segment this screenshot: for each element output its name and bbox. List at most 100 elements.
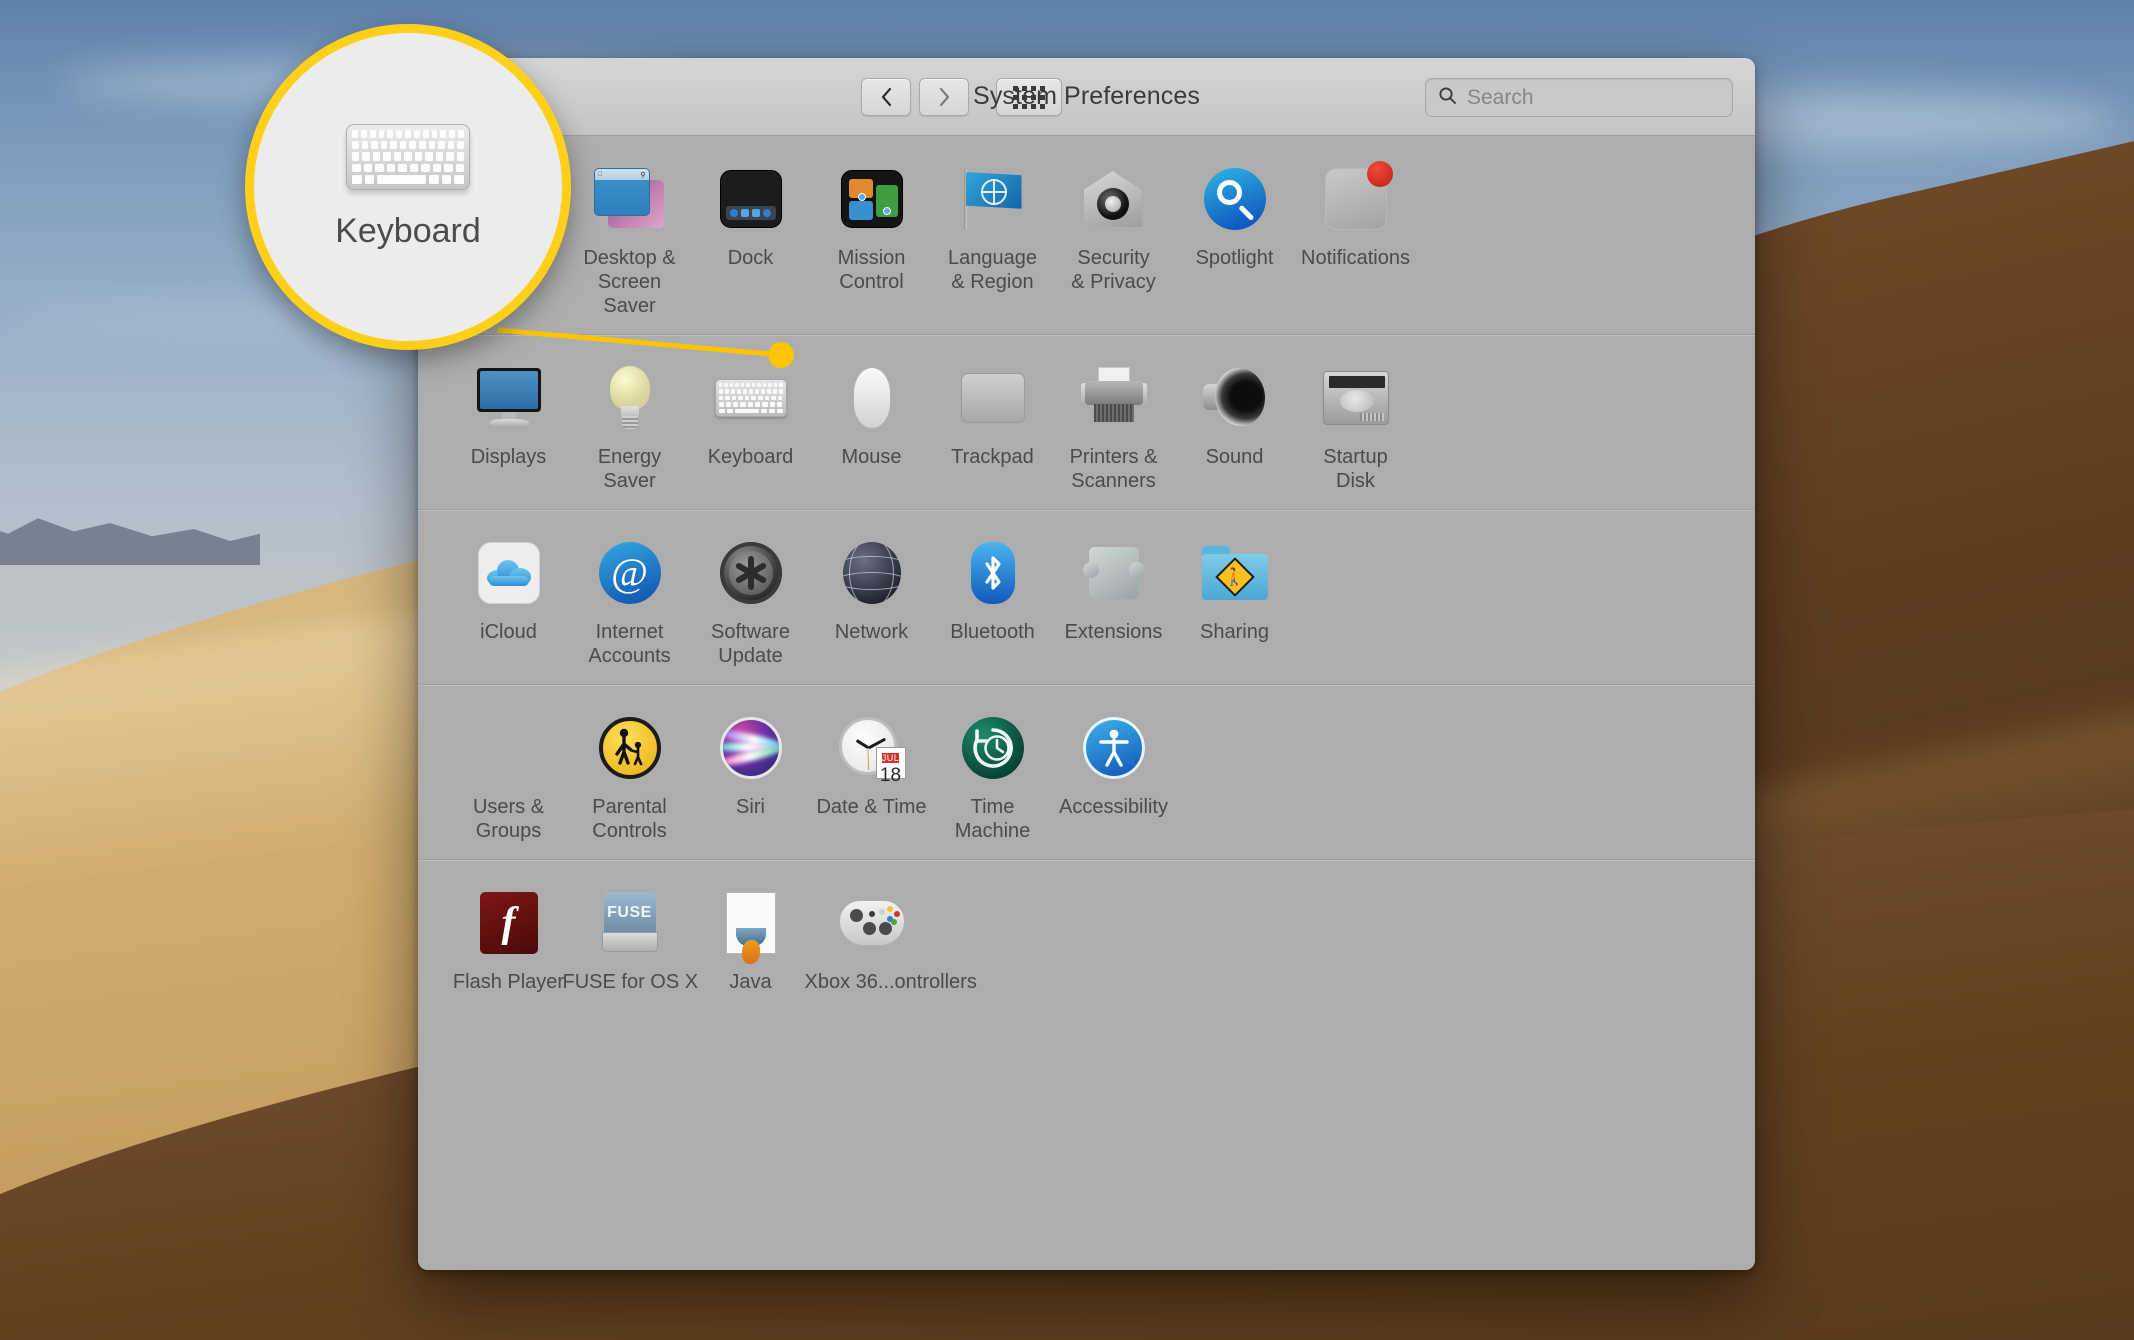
pref-item-language-region[interactable]: Language & Region <box>932 162 1053 294</box>
preference-row-system: Users & Groups Parental Controls Siri JU… <box>418 685 1755 860</box>
search-input[interactable] <box>1467 85 1720 110</box>
pref-item-desktop-screen-saver[interactable]: ⚲ Desktop &Screen Saver <box>569 162 690 318</box>
energy-saver-icon <box>602 366 658 430</box>
search-field[interactable] <box>1425 78 1733 117</box>
pref-label: Spotlight <box>1195 247 1274 269</box>
pref-label: Printers & Scanners <box>1069 446 1158 492</box>
window-titlebar: System Preferences <box>418 58 1755 136</box>
pref-item-icloud[interactable]: iCloud <box>448 536 569 644</box>
date-badge-day: 18 <box>879 765 902 786</box>
pref-label: iCloud <box>480 621 537 643</box>
pref-label: Users & Groups <box>472 796 545 842</box>
mouse-icon <box>852 367 891 429</box>
system-preferences-window: System Preferences General ⚲ <box>418 58 1755 1270</box>
mission-control-icon <box>840 170 903 228</box>
pref-label: Security & Privacy <box>1071 247 1156 293</box>
pref-item-bluetooth[interactable]: Bluetooth <box>932 536 1053 644</box>
pref-item-energy-saver[interactable]: Energy Saver <box>569 361 690 493</box>
pref-label: Trackpad <box>951 446 1034 468</box>
pref-label: Time Machine <box>954 796 1031 842</box>
icloud-icon <box>477 542 540 604</box>
pref-item-flash-player[interactable]: f Flash Player <box>448 886 569 994</box>
pref-item-date-time[interactable]: JUL 18 Date & Time <box>811 711 932 819</box>
pref-item-startup-disk[interactable]: Startup Disk <box>1295 361 1416 493</box>
preference-row-personal: General ⚲ Desktop &Screen Saver Dock <box>418 136 1755 335</box>
pref-label: Dock <box>727 247 774 269</box>
pref-item-dock[interactable]: Dock <box>690 162 811 270</box>
dock-icon <box>719 170 782 228</box>
pref-label: Extensions <box>1064 621 1163 643</box>
pref-item-printers-scanners[interactable]: Printers & Scanners <box>1053 361 1174 493</box>
pref-item-java[interactable]: Java <box>690 886 811 994</box>
pref-item-network[interactable]: Network <box>811 536 932 644</box>
pref-item-trackpad[interactable]: Trackpad <box>932 361 1053 469</box>
back-button[interactable] <box>861 78 911 116</box>
pref-item-extensions[interactable]: Extensions <box>1053 536 1174 644</box>
pref-label: Language & Region <box>948 247 1037 293</box>
time-machine-icon <box>961 717 1024 779</box>
notification-badge <box>1366 161 1393 187</box>
pref-item-mouse[interactable]: Mouse <box>811 361 932 469</box>
trackpad-icon <box>960 373 1025 423</box>
pref-item-keyboard[interactable]: Keyboard <box>690 361 811 469</box>
pref-item-time-machine[interactable]: Time Machine <box>932 711 1053 843</box>
network-icon <box>842 542 901 604</box>
accessibility-icon <box>1082 717 1145 779</box>
printers-scanners-icon <box>1080 367 1147 429</box>
pref-item-mission-control[interactable]: Mission Control <box>811 162 932 294</box>
siri-icon <box>719 717 782 779</box>
pref-item-users-groups[interactable]: Users & Groups <box>448 711 569 843</box>
pref-item-spotlight[interactable]: Spotlight <box>1174 162 1295 270</box>
pref-label: Date & Time <box>816 796 927 818</box>
preferences-grid: General ⚲ Desktop &Screen Saver Dock <box>418 136 1755 1270</box>
pref-label: Energy Saver <box>597 446 662 492</box>
internet-accounts-icon: @ <box>598 542 661 604</box>
pref-item-siri[interactable]: Siri <box>690 711 811 819</box>
pref-label: Desktop & Screen Saver <box>583 247 676 317</box>
pref-item-sharing[interactable]: 🚶 Sharing <box>1174 536 1295 644</box>
preference-row-hardware: Displays Energy Saver Keyboard Mouse Tra… <box>418 335 1755 510</box>
pref-label: Sound <box>1205 446 1264 468</box>
fuse-icon-text: FUSE <box>603 892 656 934</box>
software-update-icon <box>719 542 782 604</box>
pref-item-accessibility[interactable]: Accessibility <box>1053 711 1174 819</box>
users-groups-icon <box>475 722 543 774</box>
pref-label: FUSE for OS X <box>562 971 699 993</box>
keyboard-icon <box>714 379 787 417</box>
preference-row-other: f Flash Player FUSE FUSE for OS X Java X… <box>418 860 1755 1010</box>
pref-item-displays[interactable]: Displays <box>448 361 569 469</box>
show-all-button[interactable] <box>996 78 1062 116</box>
pref-item-security-privacy[interactable]: Security & Privacy <box>1053 162 1174 294</box>
navigation-button-group <box>861 78 1062 116</box>
security-privacy-icon <box>1081 168 1147 230</box>
startup-disk-icon <box>1322 371 1389 425</box>
spotlight-icon <box>1203 168 1266 230</box>
search-icon <box>1438 86 1457 110</box>
pref-label: Software Update <box>711 621 790 667</box>
pref-label: Accessibility <box>1059 796 1168 818</box>
extensions-icon <box>1082 545 1145 601</box>
pref-label: Notifications <box>1301 247 1410 269</box>
grid-view-icon <box>1013 85 1045 109</box>
pref-item-internet-accounts[interactable]: @ Internet Accounts <box>569 536 690 668</box>
pref-label: Mouse <box>841 446 902 468</box>
forward-button[interactable] <box>919 78 969 116</box>
pref-label: Java <box>729 971 772 993</box>
pref-label: Sharing <box>1200 621 1269 643</box>
pref-item-sound[interactable]: Sound <box>1174 361 1295 469</box>
pref-item-parental-controls[interactable]: Parental Controls <box>569 711 690 843</box>
pref-label: Bluetooth <box>950 621 1035 643</box>
callout-target-dot <box>768 342 794 368</box>
date-time-icon: JUL 18 <box>838 717 906 786</box>
bluetooth-icon <box>970 542 1015 604</box>
chevron-right-icon <box>938 87 951 107</box>
callout-keyboard-icon <box>346 123 470 190</box>
pref-item-notifications[interactable]: Notifications <box>1295 161 1416 270</box>
pref-item-fuse[interactable]: FUSE FUSE for OS X <box>563 886 698 994</box>
pref-label: Internet Accounts <box>588 621 671 667</box>
date-badge-month: JUL <box>881 753 900 763</box>
pref-label: Mission Control <box>837 247 906 293</box>
pref-label: Xbox 36...ontrollers <box>804 971 977 993</box>
pref-item-xbox-controllers[interactable]: Xbox 36...ontrollers <box>805 886 977 994</box>
pref-item-software-update[interactable]: Software Update <box>690 536 811 668</box>
